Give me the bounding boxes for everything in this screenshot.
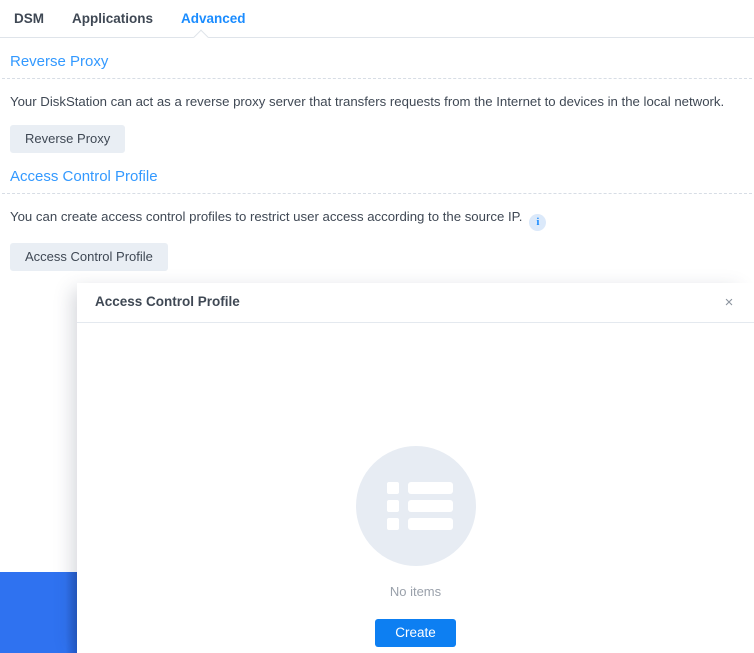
dialog-body: No items Create [77, 323, 754, 653]
list-icon-bullet [386, 482, 399, 494]
list-icon-bullet [386, 500, 399, 512]
reverse-proxy-description: Your DiskStation can act as a reverse pr… [10, 94, 725, 109]
list-icon-bullet [386, 518, 399, 530]
list-icon-bar [407, 482, 453, 494]
section-body-access-control-profile: You can create access control profiles t… [0, 194, 754, 271]
list-icon [355, 446, 476, 566]
access-control-profile-dialog: Access Control Profile × No items Create [77, 283, 754, 653]
empty-state-message: No items [389, 584, 442, 599]
access-control-profile-description: You can create access control profiles t… [10, 206, 740, 231]
section-heading-access-control-profile: Access Control Profile [10, 168, 158, 185]
access-control-profile-description-text: You can create access control profiles t… [10, 209, 523, 224]
info-icon[interactable]: i [529, 214, 547, 231]
empty-state: No items Create [77, 323, 754, 647]
list-icon-bar [407, 518, 453, 530]
tab-list: DSM Applications Advanced [14, 0, 274, 37]
tab-bar: DSM Applications Advanced [0, 0, 754, 38]
section-body-reverse-proxy: Your DiskStation can act as a reverse pr… [0, 79, 754, 153]
dialog-title: Access Control Profile [95, 294, 240, 309]
reverse-proxy-button[interactable]: Reverse Proxy [10, 125, 126, 153]
dialog-header: Access Control Profile × [77, 283, 754, 323]
access-control-profile-button[interactable]: Access Control Profile [10, 243, 168, 271]
page-content: Reverse Proxy Your DiskStation can act a… [0, 38, 754, 271]
tab-dsm[interactable]: DSM [14, 0, 44, 37]
section-heading-reverse-proxy: Reverse Proxy [10, 53, 109, 70]
create-button[interactable]: Create [375, 619, 456, 647]
tab-applications[interactable]: Applications [72, 0, 153, 37]
active-tab-caret-icon [193, 29, 209, 38]
taskbar-corner-block [0, 572, 77, 653]
close-icon[interactable]: × [718, 292, 740, 314]
list-icon-bar [407, 500, 453, 512]
tab-advanced[interactable]: Advanced [181, 0, 246, 37]
